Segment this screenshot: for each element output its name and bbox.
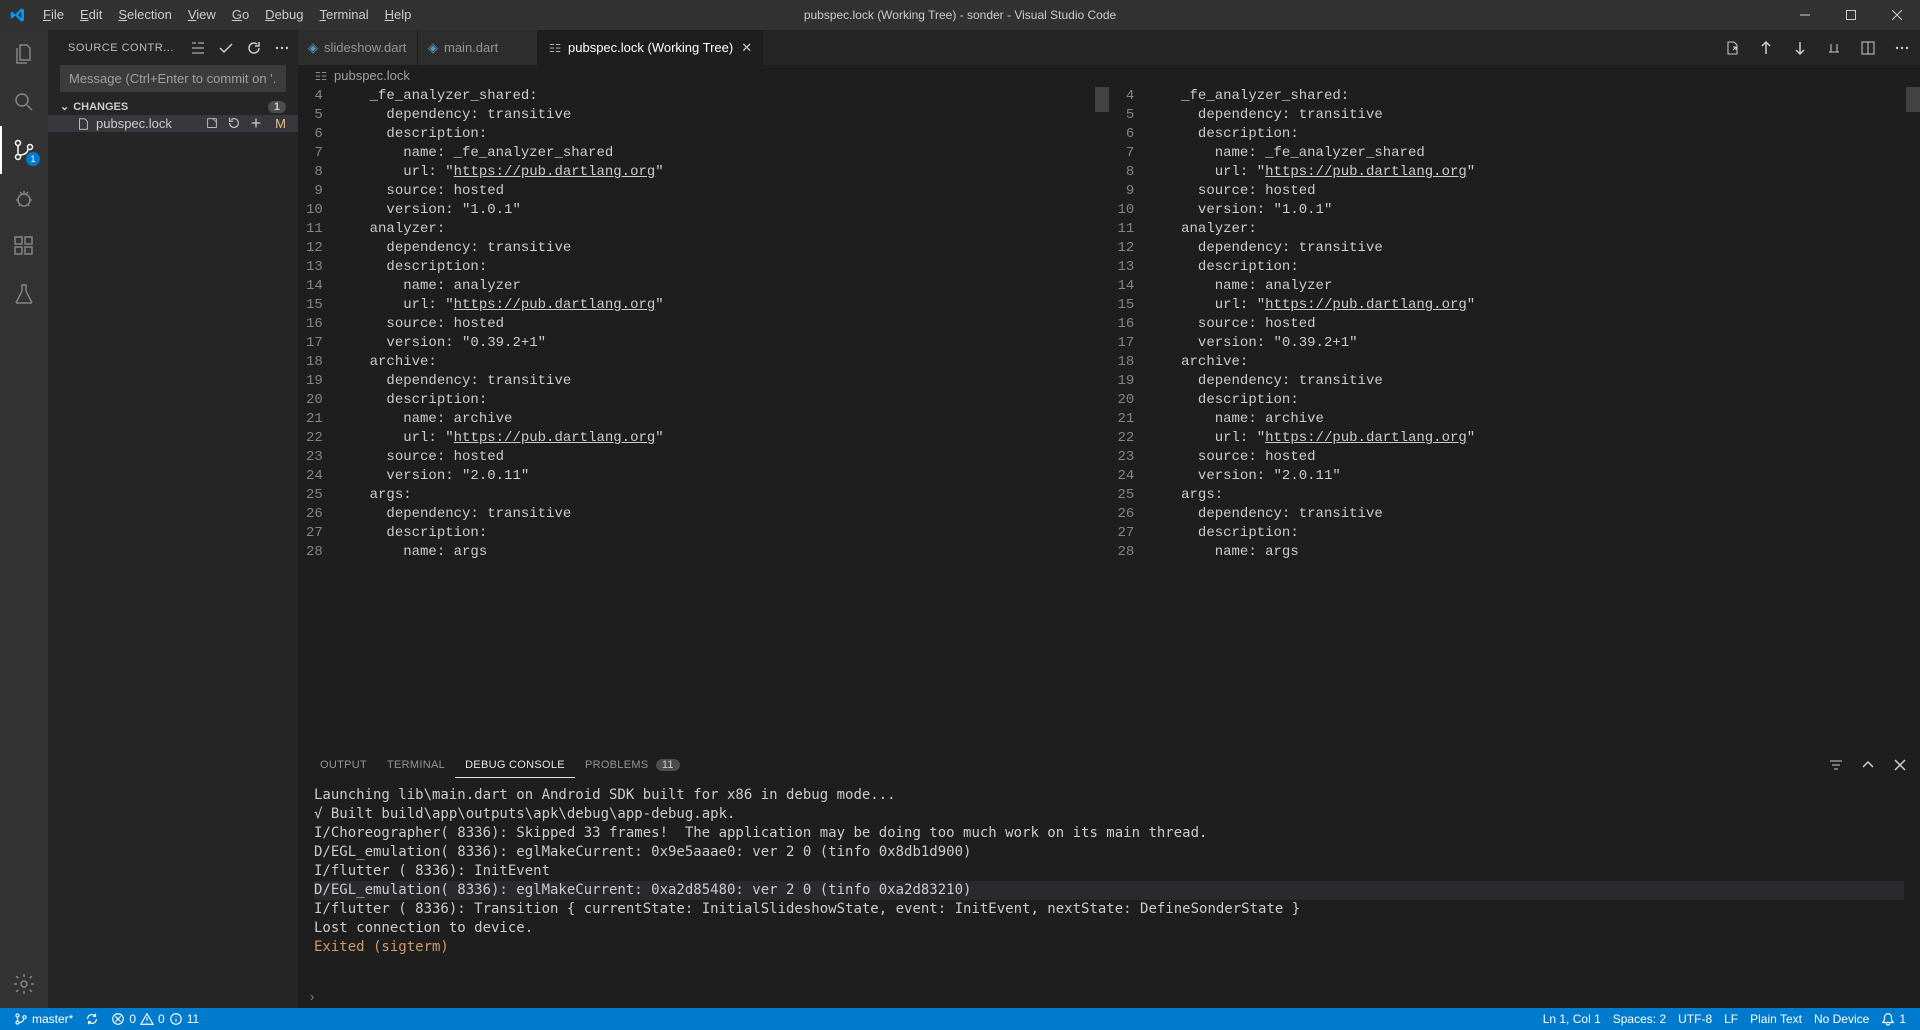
changes-label: CHANGES (73, 101, 128, 113)
activity-scm[interactable]: 1 (0, 126, 48, 174)
tab-label: pubspec.lock (Working Tree) (568, 40, 733, 55)
tab-pubspec-lock[interactable]: pubspec.lock (Working Tree) ✕ (538, 30, 763, 65)
sidebar: SOURCE CONTR... ⌄ CHANGES 1 pubspec.lock… (48, 30, 298, 1008)
scm-badge: 1 (26, 152, 40, 166)
editor-scrollbar[interactable] (1906, 87, 1920, 748)
more-actions-icon[interactable] (1894, 40, 1910, 56)
activity-settings[interactable] (0, 960, 48, 1008)
commit-message-input[interactable] (60, 65, 286, 92)
status-sync[interactable] (79, 1008, 105, 1030)
line-numbers: 4567891011121314151617181920212223242526… (298, 87, 341, 748)
diff-icon (548, 41, 562, 55)
window-title: pubspec.lock (Working Tree) - sonder - V… (804, 8, 1116, 22)
editor-pane-modified[interactable]: 4567891011121314151617181920212223242526… (1109, 87, 1920, 748)
menu-terminal[interactable]: Terminal (311, 0, 376, 30)
editor-tabs: ◈ slideshow.dart ◈ main.dart pubspec.loc… (298, 30, 1920, 65)
tab-slideshow[interactable]: ◈ slideshow.dart (298, 30, 418, 65)
menu-go[interactable]: Go (224, 0, 257, 30)
menu-selection[interactable]: Selection (110, 0, 179, 30)
minimize-button[interactable] (1782, 0, 1828, 30)
panel-tab-terminal[interactable]: TERMINAL (377, 753, 455, 777)
chevron-up-icon[interactable] (1860, 757, 1876, 773)
status-language[interactable]: Plain Text (1744, 1008, 1808, 1030)
status-eol[interactable]: LF (1718, 1008, 1744, 1030)
breadcrumb[interactable]: pubspec.lock (298, 65, 1920, 87)
editor-area: ◈ slideshow.dart ◈ main.dart pubspec.loc… (298, 30, 1920, 1008)
activity-debug[interactable] (0, 174, 48, 222)
filter-icon[interactable] (1828, 757, 1844, 773)
status-notifications[interactable]: 1 (1875, 1008, 1912, 1030)
sidebar-title: SOURCE CONTR... (68, 42, 174, 54)
status-problems[interactable]: 0 0 11 (105, 1008, 205, 1030)
chevron-down-icon: ⌄ (60, 100, 69, 113)
titlebar: File Edit Selection View Go Debug Termin… (0, 0, 1920, 30)
close-panel-icon[interactable] (1892, 757, 1908, 773)
tab-label: slideshow.dart (324, 40, 406, 55)
status-branch[interactable]: master* (8, 1008, 79, 1030)
status-encoding[interactable]: UTF-8 (1672, 1008, 1718, 1030)
activity-bar: 1 (0, 30, 48, 1008)
tab-label: main.dart (444, 40, 498, 55)
change-status: M (275, 116, 286, 131)
discard-icon[interactable] (227, 116, 241, 131)
open-file-icon[interactable] (205, 116, 219, 131)
more-icon[interactable] (274, 40, 290, 56)
menu-debug[interactable]: Debug (257, 0, 311, 30)
go-to-file-icon[interactable] (1724, 40, 1740, 56)
changes-section-header[interactable]: ⌄ CHANGES 1 (48, 98, 298, 115)
close-button[interactable] (1874, 0, 1920, 30)
debug-console-input[interactable]: › (298, 984, 1920, 1008)
problems-badge: 11 (656, 759, 680, 771)
view-tree-icon[interactable] (190, 40, 206, 56)
activity-flask[interactable] (0, 270, 48, 318)
tab-main[interactable]: ◈ main.dart (418, 30, 538, 65)
panel-tab-output[interactable]: OUTPUT (310, 753, 377, 777)
activity-extensions[interactable] (0, 222, 48, 270)
dart-icon: ◈ (308, 40, 318, 56)
file-icon (76, 117, 90, 131)
vscode-logo-icon (0, 0, 35, 30)
code-content[interactable]: _fe_analyzer_shared: dependency: transit… (341, 87, 1109, 748)
refresh-icon[interactable] (246, 40, 262, 56)
status-spaces[interactable]: Spaces: 2 (1607, 1008, 1672, 1030)
chevron-right-icon: › (310, 989, 314, 1004)
change-file-name: pubspec.lock (96, 116, 172, 131)
status-device[interactable]: No Device (1808, 1008, 1875, 1030)
changes-count-badge: 1 (268, 101, 286, 113)
file-icon (314, 69, 328, 83)
activity-explorer[interactable] (0, 30, 48, 78)
prev-change-icon[interactable] (1758, 40, 1774, 56)
menu-edit[interactable]: Edit (72, 0, 110, 30)
status-ln-col[interactable]: Ln 1, Col 1 (1537, 1008, 1607, 1030)
whitespace-icon[interactable] (1826, 40, 1842, 56)
panel-tab-problems[interactable]: PROBLEMS 11 (575, 753, 690, 777)
split-editor-icon[interactable] (1860, 40, 1876, 56)
editor-scrollbar[interactable] (1095, 87, 1109, 748)
stage-plus-icon[interactable] (249, 116, 263, 131)
dart-icon: ◈ (428, 40, 438, 56)
change-item[interactable]: pubspec.lock M (48, 115, 298, 132)
menu-help[interactable]: Help (377, 0, 420, 30)
next-change-icon[interactable] (1792, 40, 1808, 56)
debug-console-output[interactable]: Launching lib\main.dart on Android SDK b… (298, 782, 1920, 984)
code-content[interactable]: _fe_analyzer_shared: dependency: transit… (1152, 87, 1920, 748)
menu-view[interactable]: View (180, 0, 224, 30)
editor-pane-original[interactable]: 4567891011121314151617181920212223242526… (298, 87, 1109, 748)
bottom-panel: OUTPUT TERMINAL DEBUG CONSOLE PROBLEMS 1… (298, 748, 1920, 1008)
menu-file[interactable]: File (35, 0, 72, 30)
line-numbers: 4567891011121314151617181920212223242526… (1110, 87, 1153, 748)
menu-bar: File Edit Selection View Go Debug Termin… (35, 0, 419, 30)
breadcrumb-file: pubspec.lock (334, 68, 410, 83)
panel-tab-debug-console[interactable]: DEBUG CONSOLE (455, 753, 575, 778)
commit-check-icon[interactable] (218, 40, 234, 56)
close-icon[interactable]: ✕ (741, 40, 752, 56)
activity-search[interactable] (0, 78, 48, 126)
maximize-button[interactable] (1828, 0, 1874, 30)
status-bar: master* 0 0 11 Ln 1, Col 1 Spaces: 2 UTF… (0, 1008, 1920, 1030)
